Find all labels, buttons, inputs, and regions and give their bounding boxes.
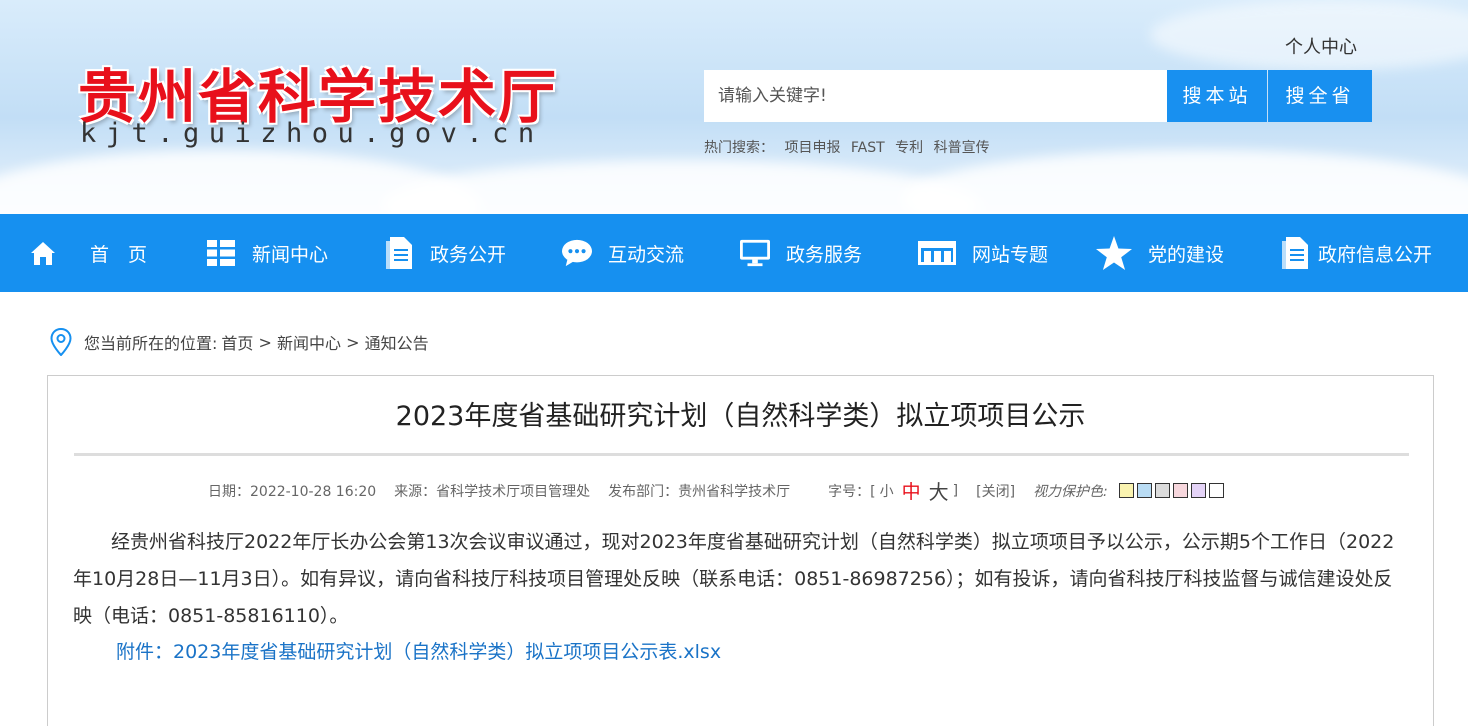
nav-item-gov-info[interactable]: 政府信息公开 [1280,214,1432,292]
breadcrumb: 您当前所在的位置: 首页 > 新闻中心 > 通知公告 [50,328,429,356]
breadcrumb-separator: > [253,332,277,352]
document-icon [1280,237,1310,269]
nav-label: 首 页 [90,243,148,266]
hot-search-item[interactable]: 项目申报 [784,140,840,156]
nav-label: 互动交流 [608,243,685,266]
personal-center-link[interactable]: 个人中心 [1285,33,1357,59]
site-url[interactable]: kjt.guizhou.gov.cn [80,118,544,149]
attachment-link[interactable]: 附件：2023年度省基础研究计划（自然科学类）拟立项项目公示表.xlsx [116,637,721,664]
nav-item-party[interactable]: 党的建设 [1096,214,1224,292]
nav-label: 政务服务 [786,243,863,266]
breadcrumb-item-home[interactable]: 首页 [221,330,253,354]
close-link[interactable]: [关闭] [976,481,1015,501]
article-meta: 日期：2022-10-28 16:20 来源：省科学技术厅项目管理处 发布部门：… [208,476,1224,505]
nav-label: 网站专题 [972,243,1049,266]
home-icon [28,238,58,268]
site-header: 贵州省科学技术厅 kjt.guizhou.gov.cn 个人中心 请输入关键字!… [0,0,1468,214]
color-swatch-purple[interactable] [1190,483,1206,498]
nav-item-gov-affairs[interactable]: 政务公开 [384,214,506,292]
search-site-button[interactable]: 搜本站 [1167,70,1267,122]
nav-item-home[interactable]: 首 页 [28,214,147,292]
article-source: 来源：省科学技术厅项目管理处 [394,483,591,500]
main-nav: 首 页 新闻中心 政务公开 互动交流 政务服务 网站专题 党的建设 政府信息公开 [0,214,1468,292]
nav-label: 新闻中心 [252,243,329,266]
hot-search-item[interactable]: FAST [851,140,885,156]
nav-item-services[interactable]: 政务服务 [740,214,862,292]
search-province-button[interactable]: 搜全省 [1268,70,1372,122]
color-swatch-blue[interactable] [1136,483,1152,498]
document-icon [384,237,414,269]
location-pin-icon [50,328,72,356]
chat-icon [562,238,592,268]
hot-search-label: 热门搜索： [704,140,774,156]
font-size-bracket: ] [952,482,959,499]
article-title: 2023年度省基础研究计划（自然科学类）拟立项项目公示 [395,401,1086,432]
star-icon [1096,236,1132,270]
nav-label: 政府信息公开 [1318,243,1433,266]
font-mid-button[interactable]: 中 [902,477,921,504]
folder-icon [918,238,956,268]
hot-search: 热门搜索： 项目申报 FAST 专利 科普宣传 [704,137,996,157]
breadcrumb-item-news[interactable]: 新闻中心 [277,330,341,354]
color-swatch-pink[interactable] [1172,483,1188,498]
monitor-icon [740,238,770,268]
article-publisher: 发布部门：贵州省科学技术厅 [608,483,791,500]
color-swatch-gray[interactable] [1154,483,1170,498]
cloud-decoration [900,150,1468,214]
breadcrumb-separator: > [341,332,365,352]
font-small-button[interactable]: 小 [880,481,894,501]
color-swatch-white[interactable] [1208,483,1224,498]
nav-label: 政务公开 [430,243,507,266]
hot-search-item[interactable]: 专利 [895,140,923,156]
nav-item-news[interactable]: 新闻中心 [206,214,328,292]
nav-item-interaction[interactable]: 互动交流 [562,214,684,292]
font-big-button[interactable]: 大 [929,476,949,505]
article-date: 日期：2022-10-28 16:20 [208,483,377,500]
search-input[interactable]: 请输入关键字! [704,70,1167,122]
breadcrumb-item-notice[interactable]: 通知公告 [365,330,429,354]
color-swatch-yellow[interactable] [1118,483,1134,498]
title-divider [74,453,1409,456]
cloud-decoration [380,160,980,214]
article-container: 2023年度省基础研究计划（自然科学类）拟立项项目公示 日期：2022-10-2… [47,375,1434,726]
nav-label: 党的建设 [1148,243,1225,266]
list-icon [206,238,236,268]
hot-search-item[interactable]: 科普宣传 [934,140,990,156]
eye-protect-label: 视力保护色: [1033,483,1108,500]
breadcrumb-prefix: 您当前所在的位置: [84,334,218,353]
nav-item-topics[interactable]: 网站专题 [918,214,1048,292]
article-body: 经贵州省科技厅2022年厅长办公会第13次会议审议通过，现对2023年度省基础研… [73,531,1395,627]
font-size-label: 字号：[ [828,483,876,500]
